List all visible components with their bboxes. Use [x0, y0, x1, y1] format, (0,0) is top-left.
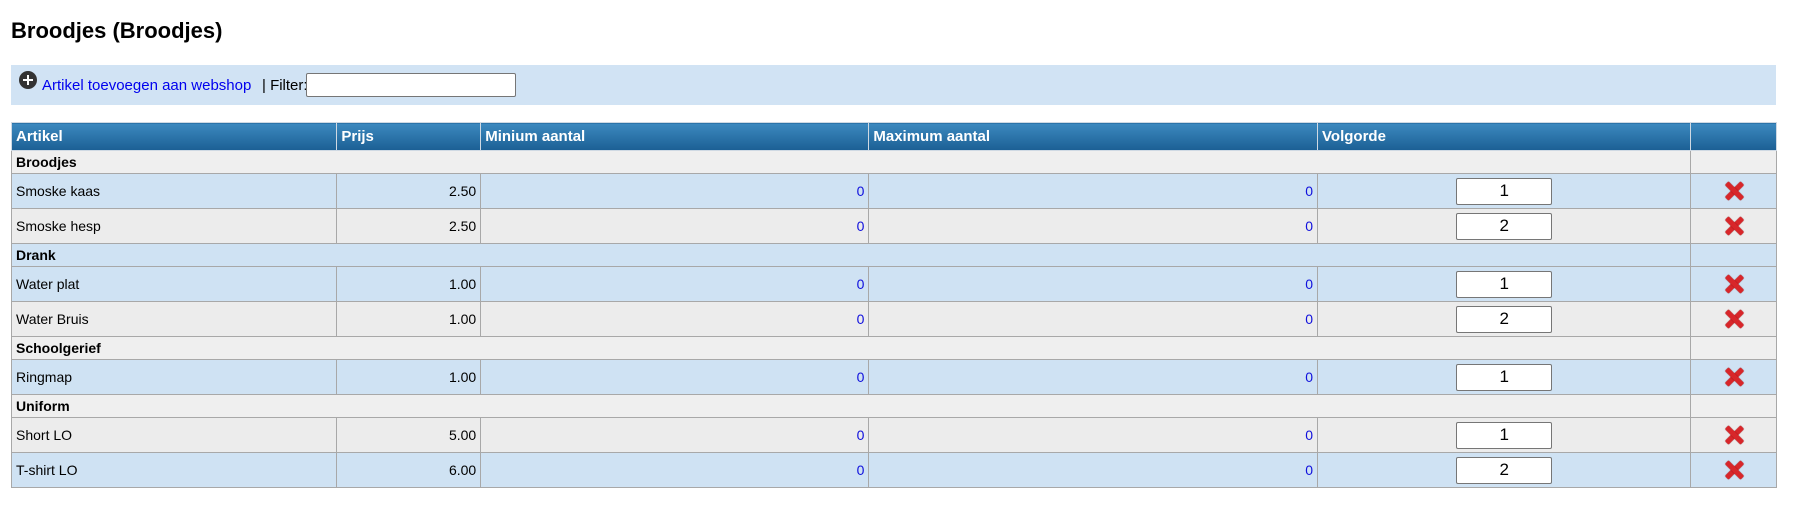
- volgorde-input[interactable]: [1456, 456, 1553, 484]
- cell-min-link[interactable]: 0: [480, 266, 870, 302]
- delete-icon[interactable]: [1724, 181, 1744, 201]
- page-title: Broodjes (Broodjes): [11, 18, 223, 43]
- cell-delete: [1690, 208, 1777, 244]
- cell-delete: [1690, 173, 1777, 209]
- table-row: Water plat 1.00 0 0: [10, 266, 1777, 302]
- cell-min-link[interactable]: 0: [480, 452, 870, 488]
- header-artikel: Artikel: [10, 122, 338, 151]
- cell-volgorde: [1317, 301, 1692, 337]
- articles-table: Artikel Prijs Minium aantal Maximum aant…: [10, 122, 1777, 488]
- cell-min-link[interactable]: 0: [480, 417, 870, 453]
- cell-volgorde: [1317, 452, 1692, 488]
- category-row: Schoolgerief: [10, 336, 1777, 360]
- header-maximum: Maximum aantal: [868, 122, 1319, 151]
- cell-min-link[interactable]: 0: [480, 173, 870, 209]
- cell-delete: [1690, 359, 1777, 395]
- delete-icon[interactable]: [1724, 425, 1744, 445]
- category-empty-cell: [1690, 336, 1777, 360]
- cell-max-link[interactable]: 0: [868, 266, 1319, 302]
- cell-prijs: 5.00: [336, 417, 482, 453]
- table-row: Short LO 5.00 0 0: [10, 417, 1777, 453]
- header-volgorde: Volgorde: [1317, 122, 1692, 151]
- delete-icon[interactable]: [1724, 274, 1744, 294]
- cell-max-link[interactable]: 0: [868, 208, 1319, 244]
- cell-volgorde: [1317, 266, 1692, 302]
- cell-delete: [1690, 301, 1777, 337]
- cell-min-link[interactable]: 0: [480, 301, 870, 337]
- delete-icon[interactable]: [1724, 367, 1744, 387]
- filter-label: | Filter:: [262, 77, 308, 94]
- toolbar: Artikel toevoegen aan webshop | Filter:: [11, 65, 1776, 105]
- table-row: Smoske hesp 2.50 0 0: [10, 208, 1777, 244]
- cell-artikel: Smoske kaas: [10, 173, 338, 209]
- cell-artikel: Water plat: [10, 266, 338, 302]
- plus-circle-icon[interactable]: [19, 71, 37, 89]
- cell-volgorde: [1317, 359, 1692, 395]
- volgorde-input[interactable]: [1456, 305, 1553, 333]
- cell-prijs: 6.00: [336, 452, 482, 488]
- table-body: BroodjesSmoske kaas2.5000Smoske hesp2.50…: [10, 150, 1777, 488]
- cell-max-link[interactable]: 0: [868, 359, 1319, 395]
- cell-prijs: 2.50: [336, 173, 482, 209]
- cell-prijs: 1.00: [336, 266, 482, 302]
- cell-volgorde: [1317, 173, 1692, 209]
- category-name: Broodjes: [10, 150, 1692, 174]
- cell-min-link[interactable]: 0: [480, 208, 870, 244]
- category-row: Broodjes: [10, 150, 1777, 174]
- cell-delete: [1690, 417, 1777, 453]
- category-empty-cell: [1690, 243, 1777, 267]
- category-row: Uniform: [10, 394, 1777, 418]
- delete-icon[interactable]: [1724, 216, 1744, 236]
- volgorde-input[interactable]: [1456, 421, 1553, 449]
- header-minimum: Minium aantal: [480, 122, 870, 151]
- category-name: Schoolgerief: [10, 336, 1692, 360]
- table-header-row: Artikel Prijs Minium aantal Maximum aant…: [10, 122, 1777, 151]
- category-empty-cell: [1690, 394, 1777, 418]
- cell-artikel: Short LO: [10, 417, 338, 453]
- volgorde-input[interactable]: [1456, 270, 1553, 298]
- category-name: Uniform: [10, 394, 1692, 418]
- header-prijs: Prijs: [336, 122, 482, 151]
- volgorde-input[interactable]: [1456, 363, 1553, 391]
- table-row: Ringmap 1.00 0 0: [10, 359, 1777, 395]
- cell-artikel: T-shirt LO: [10, 452, 338, 488]
- cell-artikel: Water Bruis: [10, 301, 338, 337]
- table-row: Water Bruis 1.00 0 0: [10, 301, 1777, 337]
- category-row: Drank: [10, 243, 1777, 267]
- category-empty-cell: [1690, 150, 1777, 174]
- volgorde-input[interactable]: [1456, 177, 1553, 205]
- cell-prijs: 2.50: [336, 208, 482, 244]
- cell-volgorde: [1317, 208, 1692, 244]
- header-actions: [1690, 122, 1777, 151]
- filter-input[interactable]: [306, 73, 516, 97]
- volgorde-input[interactable]: [1456, 212, 1553, 240]
- cell-artikel: Smoske hesp: [10, 208, 338, 244]
- cell-max-link[interactable]: 0: [868, 417, 1319, 453]
- delete-icon[interactable]: [1724, 460, 1744, 480]
- cell-max-link[interactable]: 0: [868, 173, 1319, 209]
- table-row: T-shirt LO 6.00 0 0: [10, 452, 1777, 488]
- cell-max-link[interactable]: 0: [868, 301, 1319, 337]
- cell-delete: [1690, 266, 1777, 302]
- cell-artikel: Ringmap: [10, 359, 338, 395]
- table-row: Smoske kaas 2.50 0 0: [10, 173, 1777, 209]
- cell-delete: [1690, 452, 1777, 488]
- cell-prijs: 1.00: [336, 301, 482, 337]
- category-name: Drank: [10, 243, 1692, 267]
- cell-min-link[interactable]: 0: [480, 359, 870, 395]
- cell-volgorde: [1317, 417, 1692, 453]
- cell-max-link[interactable]: 0: [868, 452, 1319, 488]
- delete-icon[interactable]: [1724, 309, 1744, 329]
- add-article-link[interactable]: Artikel toevoegen aan webshop: [42, 77, 251, 94]
- cell-prijs: 1.00: [336, 359, 482, 395]
